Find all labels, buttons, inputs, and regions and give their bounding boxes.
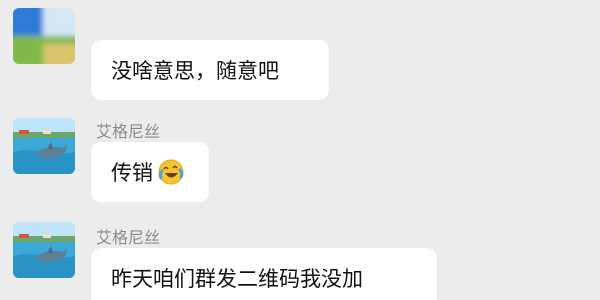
message-text: 昨天咱们群发二维码我没加 [111, 267, 363, 291]
chat-message-list: 没啥意思，随意吧 艾格尼丝 传销 艾格尼丝 昨天咱们群发二维码我没加 [0, 0, 600, 300]
sender-name: 艾格尼丝 [96, 228, 161, 247]
message-text: 传销 [111, 161, 153, 185]
shark-avatar-image [13, 222, 75, 278]
sender-name: 艾格尼丝 [96, 122, 161, 141]
avatar-shark[interactable] [13, 222, 75, 278]
message-bubble[interactable]: 昨天咱们群发二维码我没加 [91, 248, 437, 300]
avatar-blurred[interactable] [13, 8, 75, 64]
shark-avatar-image [13, 118, 75, 174]
avatar-image [13, 8, 75, 64]
message-bubble[interactable]: 没啥意思，随意吧 [91, 40, 329, 100]
laughing-crying-emoji-icon [157, 158, 185, 186]
message-text: 没啥意思，随意吧 [111, 59, 279, 83]
message-bubble[interactable]: 传销 [91, 142, 209, 202]
avatar-shark[interactable] [13, 118, 75, 174]
